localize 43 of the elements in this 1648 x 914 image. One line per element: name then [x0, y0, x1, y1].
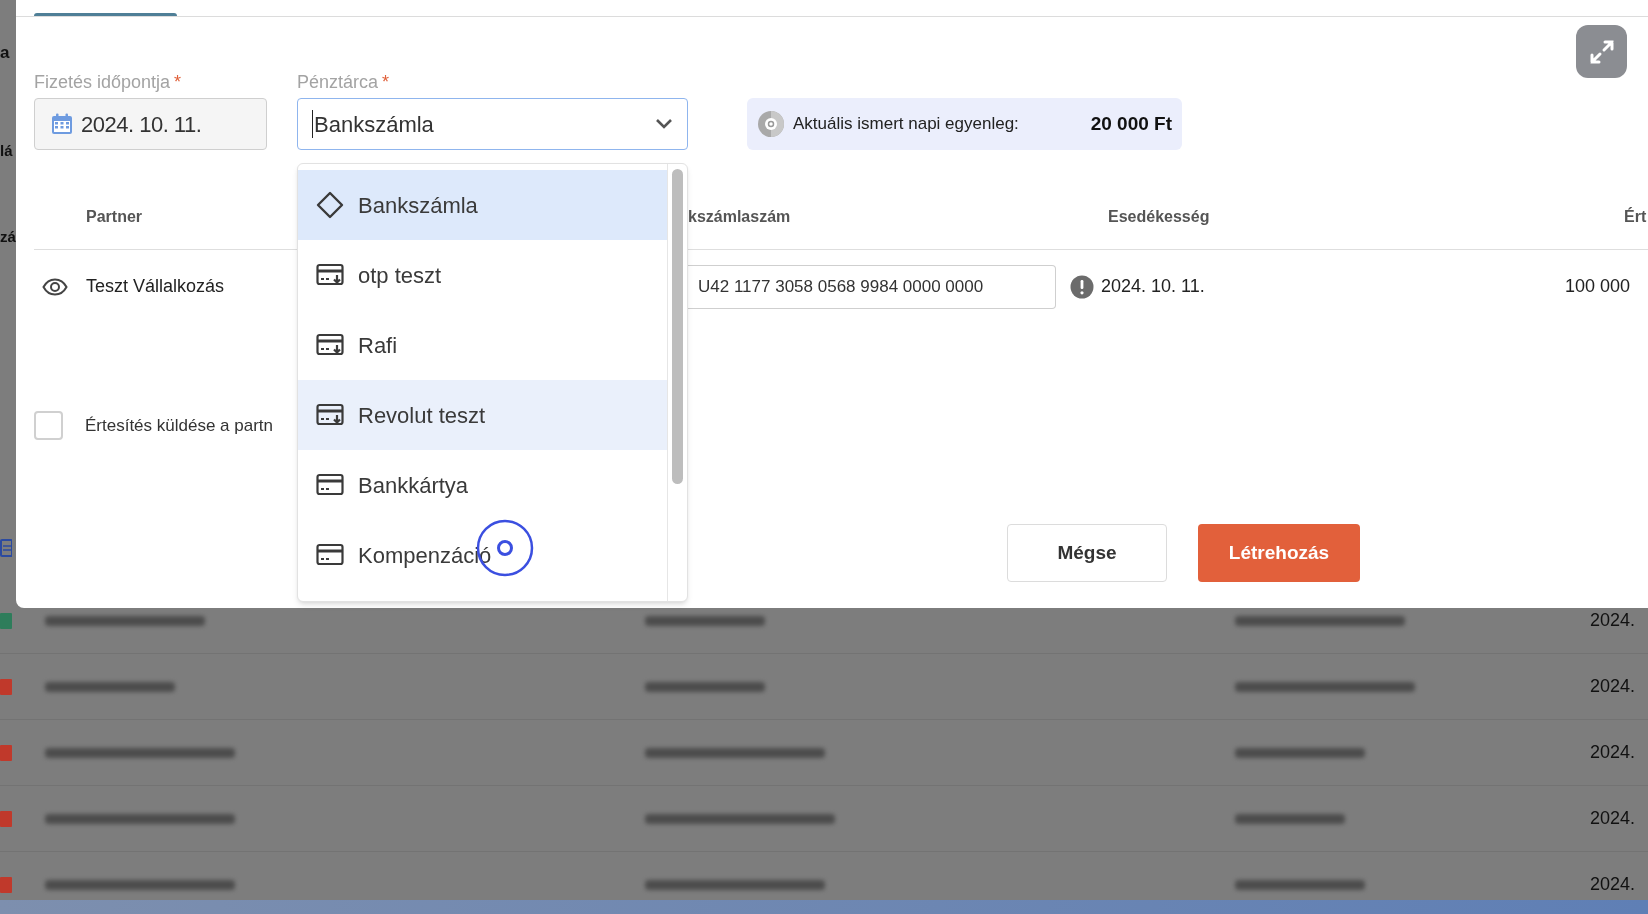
warning-icon [1070, 274, 1094, 299]
date-text: 2024. [1590, 609, 1636, 632]
dropdown-option[interactable]: Revolut teszt [298, 380, 667, 450]
checkbox[interactable] [34, 411, 63, 440]
date-text: 2024. [1590, 873, 1636, 896]
page-text: lá [0, 140, 14, 161]
expand-icon [1588, 38, 1615, 65]
expand-button[interactable] [1576, 25, 1627, 78]
card-icon [316, 543, 344, 567]
column-header: Partner [86, 207, 143, 225]
due-date-text: 2024. 10. 11. [1101, 275, 1206, 298]
column-header: Ért [1624, 206, 1647, 227]
diamond-icon [316, 191, 344, 219]
eye-icon[interactable] [42, 277, 68, 296]
required-mark: * [174, 70, 182, 94]
date-text: 2024. [1590, 807, 1636, 830]
amount-text: 100 000 [1565, 275, 1631, 298]
field-label: Pénztárca [297, 70, 379, 94]
coin-icon [757, 110, 785, 138]
date-text: 2024. [1590, 741, 1636, 764]
required-mark: * [382, 70, 390, 94]
date-value: 2024. 10. 11. [81, 110, 202, 139]
date-field[interactable]: 2024. 10. 11. [34, 98, 267, 150]
date-text: 2024. [1590, 675, 1636, 698]
balance-amount: 20 000 Ft [1090, 111, 1172, 136]
field-label: Fizetés időpontja [34, 70, 171, 94]
cancel-button[interactable]: Mégse [1007, 524, 1167, 582]
dropdown-option[interactable]: Bankszámla [298, 170, 667, 240]
partner-text: Teszt Vállalkozás [86, 276, 225, 296]
checkbox-label: Értesítés küldése a partn [85, 414, 274, 437]
create-button[interactable]: Létrehozás [1198, 524, 1360, 582]
card-icon [316, 473, 344, 497]
page-text: zá [0, 227, 16, 247]
page-text: a [0, 42, 11, 64]
column-header: kszámlaszám [688, 207, 791, 225]
wallet-select[interactable]: Bankszámla [297, 98, 688, 150]
scrollbar-thumb[interactable] [672, 169, 683, 484]
balance-label: Aktuális ismert napi egyenleg: [793, 113, 1020, 136]
document-icon [0, 538, 12, 557]
column-header: Esedékesség [1108, 207, 1210, 225]
account-field[interactable]: U42 1177 3058 0568 9984 0000 0000 [688, 264, 1056, 309]
calendar-icon [51, 113, 73, 135]
chevron-down-icon [655, 118, 673, 130]
